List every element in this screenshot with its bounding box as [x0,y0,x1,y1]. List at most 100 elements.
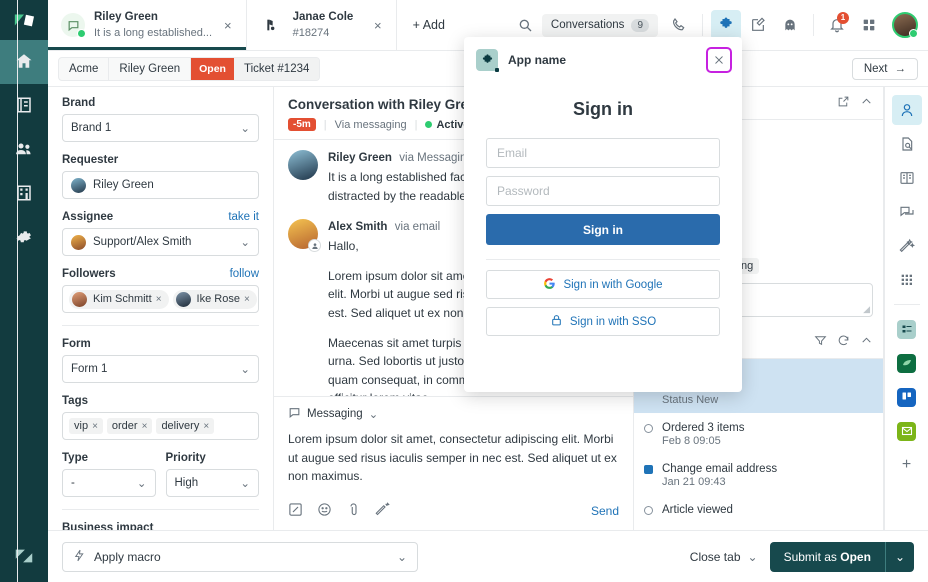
app-tile-icon [897,387,916,407]
composer-input[interactable]: Lorem ipsum dolor sit amet, consectetur … [288,430,619,486]
plus-icon: + [901,456,912,473]
remove-icon[interactable]: × [92,421,98,432]
tag-chip[interactable]: delivery × [156,418,215,434]
breadcrumb-item-org[interactable]: Acme [59,57,110,80]
add-app-button[interactable]: + [892,450,922,480]
send-button[interactable]: Send [591,504,619,518]
compose-icon[interactable] [743,10,773,40]
sidebar-item-organizations[interactable] [0,172,48,216]
priority-select[interactable]: High ⌄ [165,469,259,497]
password-field[interactable] [486,176,720,206]
resize-grip-icon[interactable]: ◢ [863,304,870,315]
tab-riley-green[interactable]: Riley Green It is a long established... … [48,0,247,50]
apps-puzzle-icon[interactable] [711,10,741,40]
assignee-select[interactable]: Support/Alex Smith ⌄ [62,228,259,256]
tab-subtitle: It is a long established... [94,26,213,39]
signin-with-google-button[interactable]: Sign in with Google [486,270,720,299]
remove-icon[interactable]: × [203,421,209,432]
chevron-up-icon[interactable] [860,334,873,350]
emoji-icon[interactable] [317,502,332,520]
notifications-bell-icon[interactable]: 1 [822,10,852,40]
brand-select[interactable]: Brand 1 ⌄ [62,114,259,142]
tag-chip[interactable]: order × [106,418,153,434]
take-it-link[interactable]: take it [228,211,259,223]
divider: | [414,118,418,131]
close-tab-button[interactable]: Close tab ⌄ [678,550,770,564]
label-text: Followers [62,268,116,280]
chevron-up-icon[interactable] [860,95,873,111]
channel-selector[interactable]: Messaging ⌄ [288,406,619,422]
next-ticket-button[interactable]: Next → [851,57,918,80]
user-avatar[interactable] [892,12,918,38]
chat-icon[interactable] [892,197,922,227]
app-tile-teal[interactable] [892,314,922,344]
form-select[interactable]: Form 1 ⌄ [62,355,259,383]
app-tile-blue[interactable] [892,382,922,412]
list-item[interactable]: Article viewed [634,495,883,523]
remove-icon[interactable]: × [142,421,148,432]
email-field[interactable] [486,138,720,168]
app-tile-green[interactable] [892,348,922,378]
sidebar-item-settings[interactable] [0,216,48,260]
submit-dropdown-button[interactable]: ⌄ [884,541,914,572]
conversations-pill[interactable]: Conversations 9 [541,13,658,37]
phone-icon[interactable] [664,10,694,40]
sso-label: Sign in with SSO [569,315,657,328]
signin-modal: App name Sign in Sign in Sign in with Go… [464,37,742,392]
field-label: Form [62,338,91,350]
label-text: Assignee [62,211,114,223]
sidebar-item-home[interactable] [0,40,48,84]
list-item[interactable]: Ordered 3 items Feb 8 09:05 [634,413,883,454]
search-icon[interactable] [510,10,540,40]
breadcrumb-ticket-id[interactable]: Ticket #1234 [233,57,320,80]
add-tab-button[interactable]: + Add [397,0,461,50]
tag-chip[interactable]: vip × [69,418,103,434]
field-followers: Followers follow Kim Schmitt × Ike Rose … [62,268,259,326]
signin-button[interactable]: Sign in [486,214,720,245]
zendesk-wordmark-icon[interactable] [0,530,48,582]
search-document-icon[interactable] [892,129,922,159]
field-assignee: Assignee take it Support/Alex Smith ⌄ [62,211,259,268]
close-icon[interactable] [706,47,732,73]
user-icon[interactable] [891,95,922,125]
type-select[interactable]: - ⌄ [62,469,156,497]
zendesk-logo-icon[interactable] [0,0,48,40]
sidebar-item-views[interactable] [0,84,48,128]
app-tile-lime[interactable] [892,416,922,446]
tab-close-icon[interactable]: × [370,16,386,35]
apply-macro-select[interactable]: Apply macro ⌄ [62,541,418,572]
tab-janae-cole[interactable]: Janae Cole #18274 × [247,0,397,50]
event-title: Change email address [662,463,778,476]
magic-wand-icon[interactable] [892,231,922,261]
follower-chip[interactable]: Ike Rose × [172,289,257,309]
follow-link[interactable]: follow [230,268,259,280]
open-external-icon[interactable] [837,95,850,111]
avatar [72,291,87,307]
sidebar-item-customers[interactable] [0,128,48,172]
apps-grid-icon[interactable] [892,265,922,295]
guide-ghost-icon[interactable] [775,10,805,40]
compose-icon[interactable] [288,502,303,520]
attachment-icon[interactable] [346,502,361,520]
tab-close-icon[interactable]: × [220,16,236,35]
follower-chip[interactable]: Kim Schmitt × [69,289,169,309]
products-grid-icon[interactable] [854,10,884,40]
field-value: - [71,477,75,489]
filter-icon[interactable] [814,334,827,350]
status-text: Active [425,119,470,131]
followers-field[interactable]: Kim Schmitt × Ike Rose × ⌄ [62,285,259,313]
refresh-icon[interactable] [837,334,850,350]
remove-icon[interactable]: × [156,294,162,305]
signature-icon[interactable] [375,502,390,520]
channel-label: Via messaging [334,118,407,131]
section-tools [814,334,873,350]
submit-button[interactable]: Submit as Open [769,541,885,572]
knowledge-book-icon[interactable] [892,163,922,193]
remove-icon[interactable]: × [244,294,250,305]
list-item[interactable]: Change email address Jan 21 09:43 [634,454,883,495]
signin-with-sso-button[interactable]: Sign in with SSO [486,307,720,336]
breadcrumb-item-requester[interactable]: Riley Green [109,57,192,80]
requester-input[interactable]: Riley Green [62,171,259,199]
chevron-down-icon: ⌄ [240,364,250,376]
tags-field[interactable]: vip × order × delivery × [62,412,259,440]
